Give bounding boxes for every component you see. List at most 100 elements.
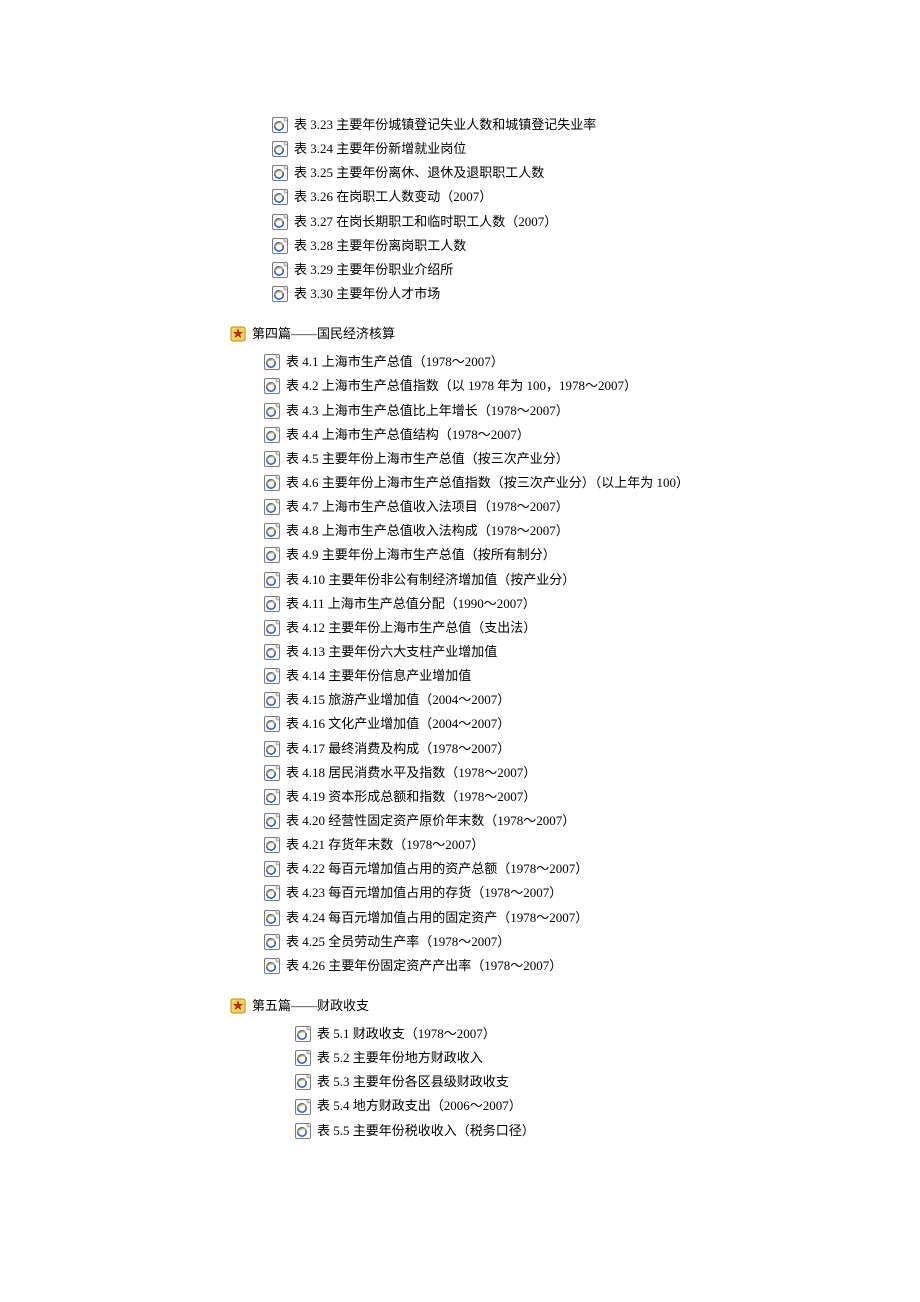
ie-page-icon bbox=[264, 620, 280, 636]
entry-link[interactable]: 表 4.24 每百元增加值占用的固定资产（1978～2007） bbox=[286, 908, 588, 928]
list-item[interactable]: 表 3.27 在岗长期职工和临时职工人数（2007） bbox=[272, 210, 920, 234]
list-item[interactable]: 表 5.4 地方财政支出（2006～2007） bbox=[295, 1094, 920, 1118]
list-item[interactable]: 表 4.2 上海市生产总值指数（以 1978 年为 100，1978～2007） bbox=[264, 374, 920, 398]
entry-link[interactable]: 表 4.3 上海市生产总值比上年增长（1978～2007） bbox=[286, 401, 569, 421]
entry-link[interactable]: 表 5.4 地方财政支出（2006～2007） bbox=[317, 1096, 522, 1116]
list-item[interactable]: 表 4.21 存货年末数（1978～2007） bbox=[264, 833, 920, 857]
list-item[interactable]: 表 3.30 主要年份人才市场 bbox=[272, 282, 920, 306]
ie-page-icon bbox=[264, 692, 280, 708]
list-item[interactable]: 表 4.22 每百元增加值占用的资产总额（1978～2007） bbox=[264, 857, 920, 881]
ie-page-icon bbox=[264, 475, 280, 491]
list-item[interactable]: 表 4.7 上海市生产总值收入法项目（1978～2007） bbox=[264, 495, 920, 519]
entry-link[interactable]: 表 3.26 在岗职工人数变动（2007） bbox=[294, 187, 492, 207]
list-item[interactable]: 表 4.9 主要年份上海市生产总值（按所有制分） bbox=[264, 543, 920, 567]
section-title: 第四篇——国民经济核算 bbox=[252, 324, 395, 344]
entry-link[interactable]: 表 5.5 主要年份税收收入（税务口径） bbox=[317, 1121, 535, 1141]
ie-page-icon bbox=[264, 741, 280, 757]
section3-list: 表 3.23 主要年份城镇登记失业人数和城镇登记失业率 表 3.24 主要年份新… bbox=[272, 113, 920, 306]
list-item[interactable]: 表 5.3 主要年份各区县级财政收支 bbox=[295, 1070, 920, 1094]
entry-link[interactable]: 表 4.7 上海市生产总值收入法项目（1978～2007） bbox=[286, 497, 569, 517]
entry-link[interactable]: 表 4.16 文化产业增加值（2004～2007） bbox=[286, 714, 510, 734]
entry-link[interactable]: 表 4.14 主要年份信息产业增加值 bbox=[286, 666, 471, 686]
ie-page-icon bbox=[264, 837, 280, 853]
list-item[interactable]: 表 4.10 主要年份非公有制经济增加值（按产业分） bbox=[264, 568, 920, 592]
entry-link[interactable]: 表 4.5 主要年份上海市生产总值（按三次产业分） bbox=[286, 449, 569, 469]
entry-link[interactable]: 表 3.24 主要年份新增就业岗位 bbox=[294, 139, 466, 159]
section5-list: 表 5.1 财政收支（1978～2007） 表 5.2 主要年份地方财政收入 表… bbox=[295, 1022, 920, 1143]
entry-link[interactable]: 表 5.3 主要年份各区县级财政收支 bbox=[317, 1072, 509, 1092]
list-item[interactable]: 表 4.13 主要年份六大支柱产业增加值 bbox=[264, 640, 920, 664]
ie-page-icon bbox=[272, 189, 288, 205]
entry-link[interactable]: 表 4.4 上海市生产总值结构（1978～2007） bbox=[286, 425, 530, 445]
entry-link[interactable]: 表 3.29 主要年份职业介绍所 bbox=[294, 260, 453, 280]
list-item[interactable]: 表 4.6 主要年份上海市生产总值指数（按三次产业分）（以上年为 100） bbox=[264, 471, 920, 495]
list-item[interactable]: 表 4.4 上海市生产总值结构（1978～2007） bbox=[264, 423, 920, 447]
list-item[interactable]: 表 4.5 主要年份上海市生产总值（按三次产业分） bbox=[264, 447, 920, 471]
entry-link[interactable]: 表 4.15 旅游产业增加值（2004～2007） bbox=[286, 690, 510, 710]
list-item[interactable]: 表 4.23 每百元增加值占用的存货（1978～2007） bbox=[264, 881, 920, 905]
ie-page-icon bbox=[264, 499, 280, 515]
list-item[interactable]: 表 5.2 主要年份地方财政收入 bbox=[295, 1046, 920, 1070]
section4-list: 表 4.1 上海市生产总值（1978～2007） 表 4.2 上海市生产总值指数… bbox=[264, 350, 920, 978]
ie-page-icon bbox=[272, 238, 288, 254]
list-item[interactable]: 表 4.18 居民消费水平及指数（1978～2007） bbox=[264, 761, 920, 785]
entry-link[interactable]: 表 3.28 主要年份离岗职工人数 bbox=[294, 236, 466, 256]
entry-link[interactable]: 表 4.12 主要年份上海市生产总值（支出法） bbox=[286, 618, 536, 638]
list-item[interactable]: 表 5.1 财政收支（1978～2007） bbox=[295, 1022, 920, 1046]
ie-page-icon bbox=[295, 1123, 311, 1139]
list-item[interactable]: 表 4.16 文化产业增加值（2004～2007） bbox=[264, 712, 920, 736]
entry-link[interactable]: 表 4.26 主要年份固定资产产出率（1978～2007） bbox=[286, 956, 562, 976]
entry-link[interactable]: 表 4.2 上海市生产总值指数（以 1978 年为 100，1978～2007） bbox=[286, 376, 637, 396]
list-item[interactable]: 表 4.12 主要年份上海市生产总值（支出法） bbox=[264, 616, 920, 640]
entry-link[interactable]: 表 4.6 主要年份上海市生产总值指数（按三次产业分）（以上年为 100） bbox=[286, 473, 689, 493]
section4-header[interactable]: 第四篇——国民经济核算 bbox=[230, 324, 920, 344]
list-item[interactable]: 表 3.25 主要年份离休、退休及退职职工人数 bbox=[272, 161, 920, 185]
entry-link[interactable]: 表 3.23 主要年份城镇登记失业人数和城镇登记失业率 bbox=[294, 115, 596, 135]
list-item[interactable]: 表 3.23 主要年份城镇登记失业人数和城镇登记失业率 bbox=[272, 113, 920, 137]
entry-link[interactable]: 表 3.30 主要年份人才市场 bbox=[294, 284, 440, 304]
entry-link[interactable]: 表 5.2 主要年份地方财政收入 bbox=[317, 1048, 483, 1068]
ie-page-icon bbox=[264, 789, 280, 805]
entry-link[interactable]: 表 4.19 资本形成总额和指数（1978～2007） bbox=[286, 787, 536, 807]
entry-link[interactable]: 表 4.25 全员劳动生产率（1978～2007） bbox=[286, 932, 510, 952]
list-item[interactable]: 表 4.19 资本形成总额和指数（1978～2007） bbox=[264, 785, 920, 809]
list-item[interactable]: 表 4.11 上海市生产总值分配（1990～2007） bbox=[264, 592, 920, 616]
ie-page-icon bbox=[272, 262, 288, 278]
section5-header[interactable]: 第五篇——财政收支 bbox=[230, 996, 920, 1016]
list-item[interactable]: 表 5.5 主要年份税收收入（税务口径） bbox=[295, 1119, 920, 1143]
ie-page-icon bbox=[264, 378, 280, 394]
list-item[interactable]: 表 4.3 上海市生产总值比上年增长（1978～2007） bbox=[264, 399, 920, 423]
list-item[interactable]: 表 4.15 旅游产业增加值（2004～2007） bbox=[264, 688, 920, 712]
list-item[interactable]: 表 4.26 主要年份固定资产产出率（1978～2007） bbox=[264, 954, 920, 978]
list-item[interactable]: 表 4.14 主要年份信息产业增加值 bbox=[264, 664, 920, 688]
entry-link[interactable]: 表 4.22 每百元增加值占用的资产总额（1978～2007） bbox=[286, 859, 588, 879]
entry-link[interactable]: 表 4.8 上海市生产总值收入法构成（1978～2007） bbox=[286, 521, 569, 541]
list-item[interactable]: 表 4.1 上海市生产总值（1978～2007） bbox=[264, 350, 920, 374]
entry-link[interactable]: 表 5.1 财政收支（1978～2007） bbox=[317, 1024, 496, 1044]
entry-link[interactable]: 表 3.27 在岗长期职工和临时职工人数（2007） bbox=[294, 212, 557, 232]
entry-link[interactable]: 表 4.23 每百元增加值占用的存货（1978～2007） bbox=[286, 883, 562, 903]
list-item[interactable]: 表 3.24 主要年份新增就业岗位 bbox=[272, 137, 920, 161]
entry-link[interactable]: 表 4.20 经营性固定资产原价年末数（1978～2007） bbox=[286, 811, 575, 831]
entry-link[interactable]: 表 4.13 主要年份六大支柱产业增加值 bbox=[286, 642, 497, 662]
list-item[interactable]: 表 4.17 最终消费及构成（1978～2007） bbox=[264, 737, 920, 761]
entry-link[interactable]: 表 4.9 主要年份上海市生产总值（按所有制分） bbox=[286, 545, 556, 565]
ie-page-icon bbox=[264, 547, 280, 563]
entry-link[interactable]: 表 4.17 最终消费及构成（1978～2007） bbox=[286, 739, 510, 759]
list-item[interactable]: 表 3.26 在岗职工人数变动（2007） bbox=[272, 185, 920, 209]
ie-page-icon bbox=[264, 910, 280, 926]
entry-link[interactable]: 表 4.21 存货年末数（1978～2007） bbox=[286, 835, 484, 855]
entry-link[interactable]: 表 4.10 主要年份非公有制经济增加值（按产业分） bbox=[286, 570, 575, 590]
entry-link[interactable]: 表 4.1 上海市生产总值（1978～2007） bbox=[286, 352, 504, 372]
entry-link[interactable]: 表 4.11 上海市生产总值分配（1990～2007） bbox=[286, 594, 536, 614]
entry-link[interactable]: 表 3.25 主要年份离休、退休及退职职工人数 bbox=[294, 163, 544, 183]
list-item[interactable]: 表 3.29 主要年份职业介绍所 bbox=[272, 258, 920, 282]
list-item[interactable]: 表 4.8 上海市生产总值收入法构成（1978～2007） bbox=[264, 519, 920, 543]
entry-link[interactable]: 表 4.18 居民消费水平及指数（1978～2007） bbox=[286, 763, 536, 783]
list-item[interactable]: 表 4.20 经营性固定资产原价年末数（1978～2007） bbox=[264, 809, 920, 833]
list-item[interactable]: 表 3.28 主要年份离岗职工人数 bbox=[272, 234, 920, 258]
ie-page-icon bbox=[295, 1074, 311, 1090]
ie-page-icon bbox=[272, 214, 288, 230]
list-item[interactable]: 表 4.25 全员劳动生产率（1978～2007） bbox=[264, 930, 920, 954]
list-item[interactable]: 表 4.24 每百元增加值占用的固定资产（1978～2007） bbox=[264, 906, 920, 930]
